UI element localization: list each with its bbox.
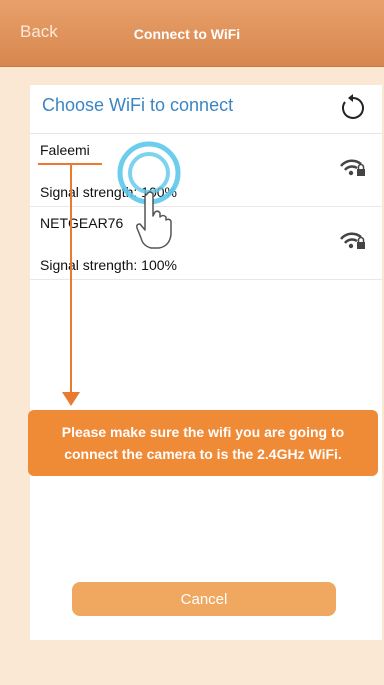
pointing-hand-icon — [136, 191, 172, 249]
wifi-network-name: Faleemi — [40, 142, 90, 158]
page-title: Connect to WiFi — [133, 26, 241, 42]
wifi-network-row[interactable]: NETGEAR76 Signal strength: 100% — [30, 207, 382, 280]
wifi-list-panel: Choose WiFi to connect Faleemi Signal st… — [30, 85, 382, 640]
pointer-arrow-line — [70, 164, 72, 392]
arrow-down-icon — [62, 392, 80, 406]
wifi-network-name: NETGEAR76 — [40, 215, 124, 231]
top-nav-bar: Back Connect to WiFi — [0, 0, 384, 67]
panel-title: Choose WiFi to connect — [42, 95, 234, 115]
refresh-icon[interactable] — [338, 93, 368, 123]
panel-header: Choose WiFi to connect — [30, 85, 382, 134]
wifi-band-note: Please make sure the wifi you are going … — [28, 410, 378, 476]
wifi-lock-icon — [340, 232, 365, 249]
wifi-lock-icon — [340, 159, 365, 176]
wifi-network-row[interactable]: Faleemi Signal strength: 100% — [30, 134, 382, 207]
cancel-button[interactable]: Cancel — [72, 582, 336, 616]
wifi-signal-strength: Signal strength: 100% — [40, 257, 177, 273]
